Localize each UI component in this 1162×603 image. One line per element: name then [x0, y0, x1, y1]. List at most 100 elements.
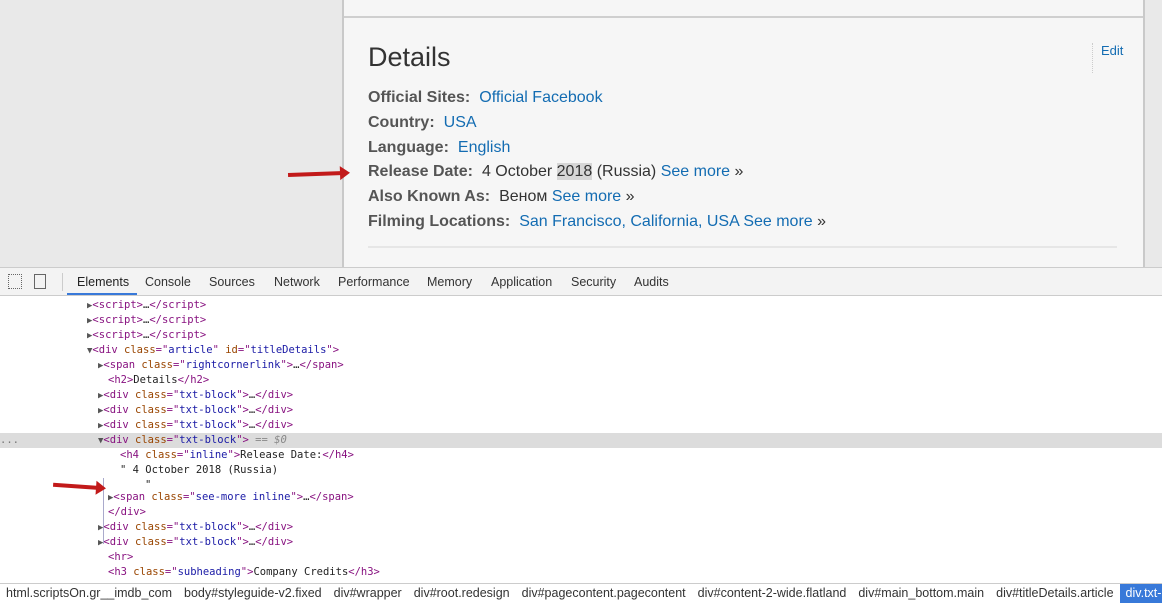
tab-security[interactable]: Security — [571, 275, 616, 289]
dom-node[interactable]: ▶<script>…</script> — [0, 328, 1162, 343]
dom-node[interactable]: ▶<div class="txt-block">…</div> — [0, 388, 1162, 403]
dom-token: "> — [236, 419, 249, 431]
breadcrumb-item[interactable]: div#wrapper — [328, 584, 408, 603]
dom-token: " — [212, 344, 226, 356]
edit-link[interactable]: Edit — [1092, 43, 1123, 73]
dom-token: =" — [164, 566, 178, 578]
dom-node[interactable]: <h4 class="inline">Release Date:</h4> — [0, 448, 1162, 463]
country-link[interactable]: USA — [444, 114, 477, 131]
dom-token: "> — [236, 536, 249, 548]
dom-node[interactable]: ▶<div class="txt-block">…</div> — [0, 418, 1162, 433]
breadcrumb-item[interactable]: div#titleDetails.article — [990, 584, 1119, 603]
tab-application[interactable]: Application — [491, 275, 552, 289]
dom-token: <div — [92, 344, 125, 356]
row-label: Official Sites: — [368, 89, 471, 106]
breadcrumb: html.scriptsOn.gr__imdb_com body#stylegui… — [0, 583, 1162, 603]
language-link[interactable]: English — [458, 139, 510, 156]
tab-network[interactable]: Network — [274, 275, 320, 289]
devtools-panel: Elements Console Sources Network Perform… — [0, 267, 1162, 603]
release-date-value: 4 October — [481, 163, 557, 180]
dom-node[interactable]: <h3 class="subheading">Company Credits</… — [0, 565, 1162, 580]
dom-token: "> — [236, 521, 249, 533]
more-options-icon[interactable]: ... — [0, 433, 19, 448]
active-tab-indicator — [67, 293, 137, 295]
dom-token: class — [135, 419, 167, 431]
dom-node[interactable]: ▶<div class="txt-block">…</div> — [0, 520, 1162, 535]
breadcrumb-item[interactable]: div#content-2-wide.flatland — [692, 584, 853, 603]
breadcrumb-item[interactable]: div#root.redesign — [408, 584, 516, 603]
dom-token: class — [135, 536, 167, 548]
dom-token: class — [135, 521, 167, 533]
tab-performance[interactable]: Performance — [338, 275, 410, 289]
dom-token: class — [151, 491, 183, 503]
web-page-viewport: Details Edit Official Sites: Official Fac… — [0, 0, 1162, 269]
dom-node[interactable]: ▶<script>…</script> — [0, 298, 1162, 313]
dom-node[interactable]: ▶<script>…</script> — [0, 313, 1162, 328]
dom-tree: ▶<script>…</script> ▶<script>…</script> ▶<… — [0, 297, 1162, 584]
filming-locations-link[interactable]: San Francisco, California, USA See more — [519, 213, 812, 230]
dom-node[interactable]: ▼<div class="article" id="titleDetails"> — [0, 343, 1162, 358]
details-heading: Details — [368, 42, 451, 72]
aka-value: Веном — [499, 188, 552, 205]
dom-token: Details — [133, 374, 178, 386]
dom-token: <hr> — [108, 551, 134, 563]
breadcrumb-item[interactable]: body#styleguide-v2.fixed — [178, 584, 328, 603]
dom-token: class — [135, 434, 167, 446]
dom-token: inline — [189, 449, 228, 461]
row-label: Release Date: — [368, 163, 473, 180]
dom-token: =" — [166, 389, 180, 401]
dom-token: class — [135, 389, 167, 401]
dom-token: subheading — [177, 566, 241, 578]
dom-token: =" — [166, 434, 180, 446]
highlighted-year: 2018 — [556, 163, 593, 180]
tab-sources[interactable]: Sources — [209, 275, 255, 289]
tab-memory[interactable]: Memory — [427, 275, 472, 289]
see-more-link[interactable]: See more — [661, 163, 730, 180]
filming-locations-row: Filming Locations: San Francisco, Califor… — [368, 213, 826, 231]
dom-node-selected[interactable]: ... ▼<div class="txt-block"> == $0 — [0, 433, 1162, 448]
inspect-element-icon[interactable] — [8, 274, 22, 289]
dom-token: txt-block — [179, 434, 237, 446]
dom-token: Release Date: — [240, 449, 323, 461]
dom-token: </span> — [299, 359, 344, 371]
dom-node[interactable]: <h2>Details</h2> — [0, 373, 1162, 388]
dom-token: class — [133, 566, 165, 578]
dom-node[interactable]: ▶<span class="rightcornerlink">…</span> — [0, 358, 1162, 373]
chevron-icon: » — [734, 163, 744, 180]
dom-token: </div> — [255, 521, 294, 533]
dom-token: =" — [237, 344, 251, 356]
dom-token: "> — [326, 344, 340, 356]
chevron-icon: » — [817, 213, 827, 230]
dom-node[interactable]: ▶<div class="txt-block">…</div> — [0, 403, 1162, 418]
dom-token: <div — [103, 389, 136, 401]
dom-token: </div> — [255, 536, 294, 548]
official-sites-row: Official Sites: Official Facebook — [368, 89, 603, 107]
details-panel: Details Edit Official Sites: Official Fac… — [342, 0, 1145, 269]
dom-token: =" — [172, 359, 186, 371]
breadcrumb-item[interactable]: div.txt-block — [1119, 584, 1162, 603]
dom-node[interactable]: <hr> — [0, 550, 1162, 565]
dom-token: <div — [103, 404, 136, 416]
breadcrumb-item[interactable]: html.scriptsOn.gr__imdb_com — [0, 584, 178, 603]
dom-node[interactable]: ▶<div class="txt-block">…</div> — [0, 535, 1162, 550]
breadcrumb-item[interactable]: div#main_bottom.main — [852, 584, 990, 603]
dom-token: "> — [236, 389, 249, 401]
dom-token: see-more inline — [195, 491, 291, 503]
official-facebook-link[interactable]: Official Facebook — [479, 89, 602, 106]
dom-token: =" — [155, 344, 169, 356]
tab-audits[interactable]: Audits — [634, 275, 669, 289]
dom-token: =" — [166, 536, 180, 548]
device-toolbar-icon[interactable] — [34, 274, 46, 289]
breadcrumb-item[interactable]: div#pagecontent.pagecontent — [516, 584, 692, 603]
dom-node[interactable]: </div> — [0, 505, 1162, 520]
devtools-toolbar: Elements Console Sources Network Perform… — [0, 268, 1162, 296]
release-country: (Russia) — [592, 163, 661, 180]
dom-token: </div> — [255, 419, 294, 431]
dom-node[interactable]: " 4 October 2018 (Russia) — [0, 463, 1162, 478]
annotation-arrow-icon — [287, 171, 345, 177]
see-more-link[interactable]: See more — [552, 188, 621, 205]
dom-node[interactable]: ▶<span class="see-more inline">…</span> — [0, 490, 1162, 505]
dom-token: txt-block — [179, 521, 237, 533]
tab-console[interactable]: Console — [145, 275, 191, 289]
tab-elements[interactable]: Elements — [77, 275, 129, 289]
